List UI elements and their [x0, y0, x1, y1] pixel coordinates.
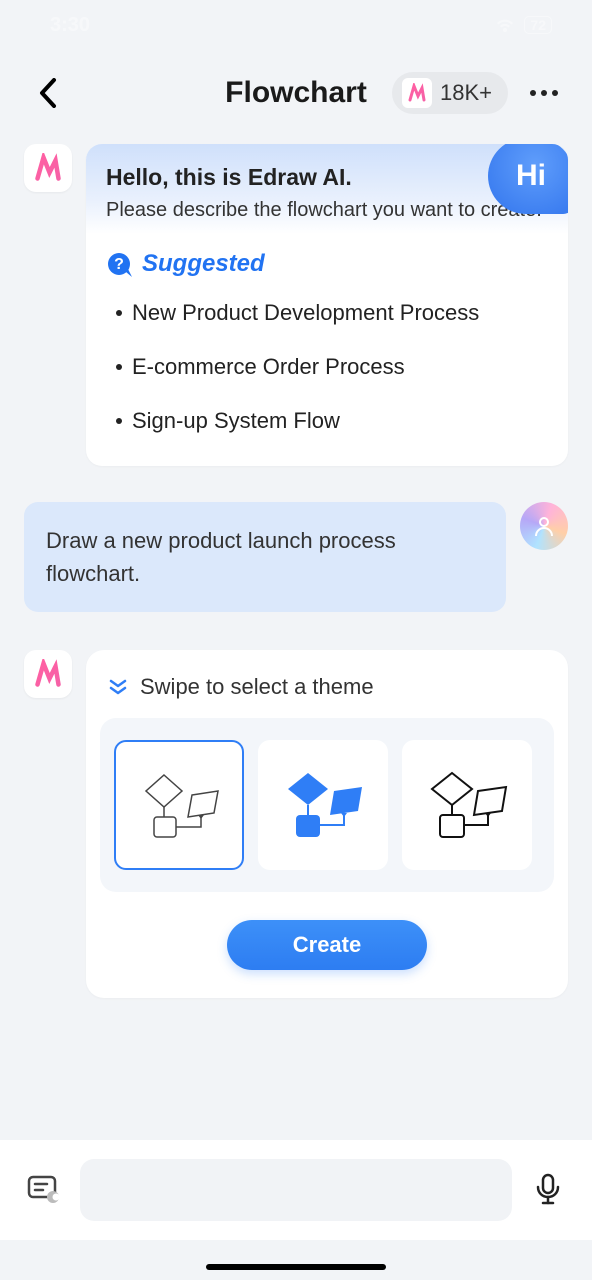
question-bubble-icon: ?: [106, 251, 132, 277]
user-message-row: Draw a new product launch process flowch…: [24, 502, 568, 612]
flowchart-thumb-icon: [134, 765, 224, 845]
user-message-bubble: Draw a new product launch process flowch…: [24, 502, 506, 612]
ai-message-row: Hi Hello, this is Edraw AI. Please descr…: [24, 144, 568, 466]
create-button-label: Create: [293, 932, 361, 958]
microphone-icon: [535, 1173, 561, 1207]
home-indicator[interactable]: [206, 1264, 386, 1270]
theme-option-3[interactable]: [402, 740, 532, 870]
more-icon: [530, 90, 558, 96]
theme-message-row: Swipe to select a theme Create: [24, 650, 568, 998]
status-indicators: 72: [494, 16, 552, 34]
suggested-label: Suggested: [142, 250, 265, 278]
user-avatar: [520, 502, 568, 550]
usage-badge-pill[interactable]: 18K+: [392, 72, 508, 114]
app-logo-icon: [402, 78, 432, 108]
ai-prompt-text: Please describe the flowchart you want t…: [106, 199, 548, 222]
theme-option-2[interactable]: [258, 740, 388, 870]
input-bar: [0, 1140, 592, 1240]
header: Flowchart 18K+: [0, 50, 592, 144]
theme-scroll-area[interactable]: [100, 718, 554, 892]
chevron-double-down-icon: [108, 677, 128, 697]
suggested-header: ? Suggested: [106, 250, 548, 278]
message-input[interactable]: [80, 1159, 512, 1221]
hi-bubble: Hi: [488, 144, 568, 214]
back-button[interactable]: [28, 73, 68, 113]
mic-button[interactable]: [528, 1170, 568, 1210]
usage-badge-count: 18K+: [440, 80, 492, 106]
page-title: Flowchart: [225, 76, 367, 110]
theme-option-1[interactable]: [114, 740, 244, 870]
person-icon: [532, 514, 556, 538]
ai-avatar: [24, 650, 72, 698]
suggestion-item-1[interactable]: New Product Development Process: [116, 300, 548, 326]
wifi-icon: [494, 16, 516, 34]
suggestion-item-2[interactable]: E-commerce Order Process: [116, 354, 548, 380]
status-time: 3:30: [50, 14, 90, 37]
flowchart-thumb-icon: [278, 765, 368, 845]
battery-badge: 72: [524, 16, 552, 34]
chat-toggle-button[interactable]: [24, 1170, 64, 1210]
more-button[interactable]: [524, 73, 564, 113]
ai-logo-icon: [33, 659, 63, 689]
suggestion-text: New Product Development Process: [132, 300, 479, 326]
create-button[interactable]: Create: [227, 920, 427, 970]
suggestion-text: E-commerce Order Process: [132, 354, 405, 380]
chat-bubble-icon: [27, 1175, 61, 1205]
theme-selector-card: Swipe to select a theme Create: [86, 650, 568, 998]
ai-greeting: Hello, this is Edraw AI.: [106, 164, 548, 191]
suggestion-text: Sign-up System Flow: [132, 408, 340, 434]
ai-logo-icon: [33, 153, 63, 183]
chevron-left-icon: [39, 78, 57, 108]
ai-message-card: Hi Hello, this is Edraw AI. Please descr…: [86, 144, 568, 466]
ai-avatar: [24, 144, 72, 192]
flowchart-thumb-icon: [422, 765, 512, 845]
svg-text:?: ?: [114, 256, 124, 273]
status-bar: 3:30 72: [0, 0, 592, 50]
theme-title: Swipe to select a theme: [140, 674, 374, 700]
suggestion-item-3[interactable]: Sign-up System Flow: [116, 408, 548, 434]
theme-option-4[interactable]: [546, 740, 554, 870]
